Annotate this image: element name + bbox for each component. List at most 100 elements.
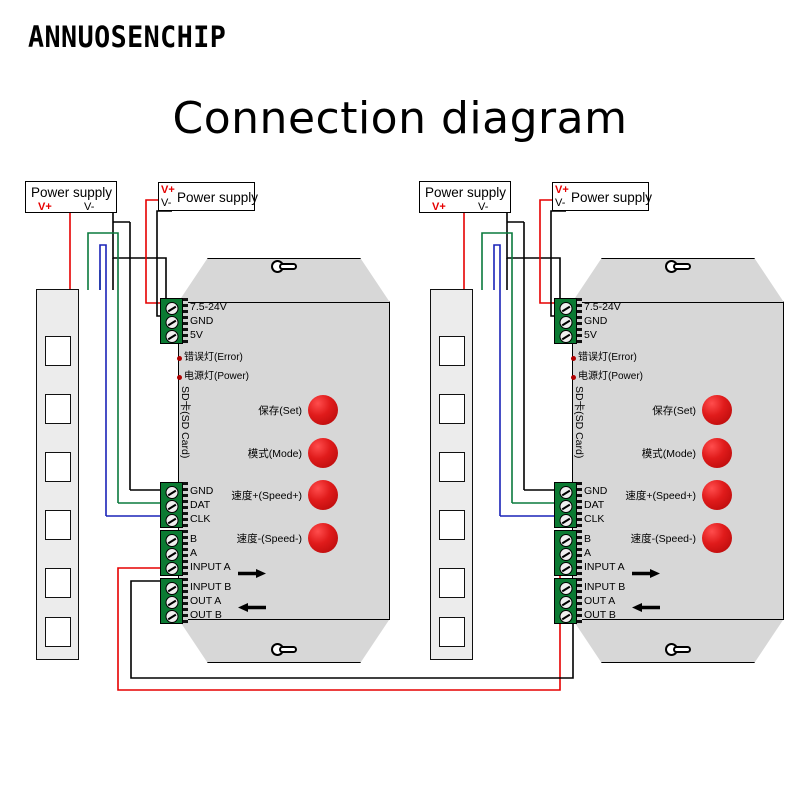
led-strip-right <box>430 289 473 660</box>
led-pad <box>45 568 71 598</box>
input-arrow-icon <box>632 569 660 578</box>
led-pad <box>45 510 71 540</box>
terminal-label-vin: 7.5-24V <box>190 301 227 313</box>
error-led-icon <box>571 356 576 361</box>
terminal-label-gnd: GND <box>190 315 214 327</box>
terminal-label-input-b: INPUT B <box>190 581 232 593</box>
button-speed-up-label: 速度+(Speed+) <box>231 490 302 502</box>
power-terminal-edge <box>577 298 582 344</box>
error-led-icon <box>177 356 182 361</box>
button-speed-up[interactable] <box>308 480 338 510</box>
controller-1: 7.5-24V GND 5V 错误灯(Error) 电源灯(Power) SD卡… <box>160 258 390 663</box>
led-pad <box>439 568 465 598</box>
led-pad <box>45 394 71 424</box>
signal-terminal-edge-top <box>183 482 188 528</box>
power-supply-3: Power supply V+ V- <box>419 181 511 213</box>
terminal-label-input-a: INPUT A <box>584 561 625 573</box>
power-supply-4-vplus: V+ <box>555 184 569 196</box>
led-pad <box>439 452 465 482</box>
sd-card-slot-label: SD卡(SD Card) <box>573 386 585 459</box>
led-pad <box>45 617 71 647</box>
input-arrow-icon <box>238 569 266 578</box>
power-supply-1-vplus: V+ <box>38 201 52 213</box>
wire-psu3-vminus <box>506 213 561 307</box>
terminal-label-out-a: OUT A <box>190 595 222 607</box>
wire-clk-left <box>99 244 107 516</box>
terminal-label-input-a: INPUT A <box>190 561 231 573</box>
power-supply-4-vminus: V- <box>555 197 566 209</box>
terminal-label-signal-gnd: GND <box>190 485 214 497</box>
terminal-label-a: A <box>584 547 592 559</box>
mounting-hole-bottom-icon <box>271 643 297 656</box>
button-set-label: 保存(Set) <box>652 405 696 417</box>
signal-terminal-edge-bottom <box>577 578 582 624</box>
signal-terminal-block-top[interactable] <box>554 482 577 528</box>
terminal-label-b: B <box>190 533 198 545</box>
terminal-label-5v: 5V <box>584 329 597 341</box>
signal-terminal-block-mid[interactable] <box>160 530 183 576</box>
wire-psu1-vminus <box>112 213 167 307</box>
terminal-label-b: B <box>584 533 592 545</box>
power-terminal-block[interactable] <box>554 298 577 344</box>
controller-2: 7.5-24V GND 5V 错误灯(Error) 电源灯(Power) SD卡… <box>554 258 784 663</box>
button-speed-down[interactable] <box>702 523 732 553</box>
wire-psu4-vplus <box>539 199 560 304</box>
terminal-label-input-b: INPUT B <box>584 581 626 593</box>
power-supply-2: V+ V- Power supply <box>158 182 258 211</box>
button-set[interactable] <box>702 395 732 425</box>
power-supply-3-vminus: V- <box>478 201 489 213</box>
terminal-label-gnd: GND <box>584 315 608 327</box>
led-strip-left <box>36 289 79 660</box>
terminal-label-out-b: OUT B <box>584 609 616 621</box>
terminal-label-signal-gnd: GND <box>584 485 608 497</box>
power-led-label: 电源灯(Power) <box>578 371 644 382</box>
button-mode-label: 模式(Mode) <box>641 448 696 460</box>
terminal-label-dat: DAT <box>190 499 211 511</box>
output-arrow-icon <box>238 603 266 612</box>
terminal-label-out-b: OUT B <box>190 609 222 621</box>
power-supply-1: Power supply V+ V- <box>25 181 117 213</box>
signal-terminal-edge-bottom <box>183 578 188 624</box>
sd-card-slot-label: SD卡(SD Card) <box>179 386 191 459</box>
button-set[interactable] <box>308 395 338 425</box>
button-mode[interactable] <box>308 438 338 468</box>
power-led-icon <box>177 375 182 380</box>
power-terminal-edge <box>183 298 188 344</box>
signal-terminal-edge-mid <box>577 530 582 576</box>
power-led-icon <box>571 375 576 380</box>
connection-diagram-canvas: ANNUOSENCHIP Connection diagram Power su… <box>0 0 800 800</box>
signal-terminal-edge-mid <box>183 530 188 576</box>
power-supply-3-label: Power supply <box>425 185 507 200</box>
signal-terminal-block-mid[interactable] <box>554 530 577 576</box>
power-supply-2-vminus: V- <box>161 197 172 209</box>
terminal-label-clk: CLK <box>190 513 211 525</box>
button-speed-down-label: 速度-(Speed-) <box>630 533 696 545</box>
power-supply-2-vplus: V+ <box>161 184 175 196</box>
mounting-hole-top-icon <box>665 260 691 273</box>
output-arrow-icon <box>632 603 660 612</box>
wire-clk-right <box>493 244 501 516</box>
mounting-hole-top-icon <box>271 260 297 273</box>
button-speed-up[interactable] <box>702 480 732 510</box>
signal-terminal-block-bottom[interactable] <box>554 578 577 624</box>
power-supply-4-label: Power supply <box>571 190 653 205</box>
power-led-label: 电源灯(Power) <box>184 371 250 382</box>
error-led-label: 错误灯(Error) <box>578 352 637 363</box>
power-supply-4: V+ V- Power supply <box>552 182 653 211</box>
mounting-hole-bottom-icon <box>665 643 691 656</box>
led-pad <box>439 510 465 540</box>
power-supply-3-vplus: V+ <box>432 201 446 213</box>
signal-terminal-block-top[interactable] <box>160 482 183 528</box>
led-pad <box>439 336 465 366</box>
error-led-label: 错误灯(Error) <box>184 352 243 363</box>
terminal-label-out-a: OUT A <box>584 595 616 607</box>
button-mode[interactable] <box>702 438 732 468</box>
signal-terminal-block-bottom[interactable] <box>160 578 183 624</box>
terminal-label-5v: 5V <box>190 329 203 341</box>
button-speed-down[interactable] <box>308 523 338 553</box>
button-speed-up-label: 速度+(Speed+) <box>625 490 696 502</box>
power-terminal-block[interactable] <box>160 298 183 344</box>
button-mode-label: 模式(Mode) <box>247 448 302 460</box>
button-speed-down-label: 速度-(Speed-) <box>236 533 302 545</box>
led-pad <box>45 452 71 482</box>
